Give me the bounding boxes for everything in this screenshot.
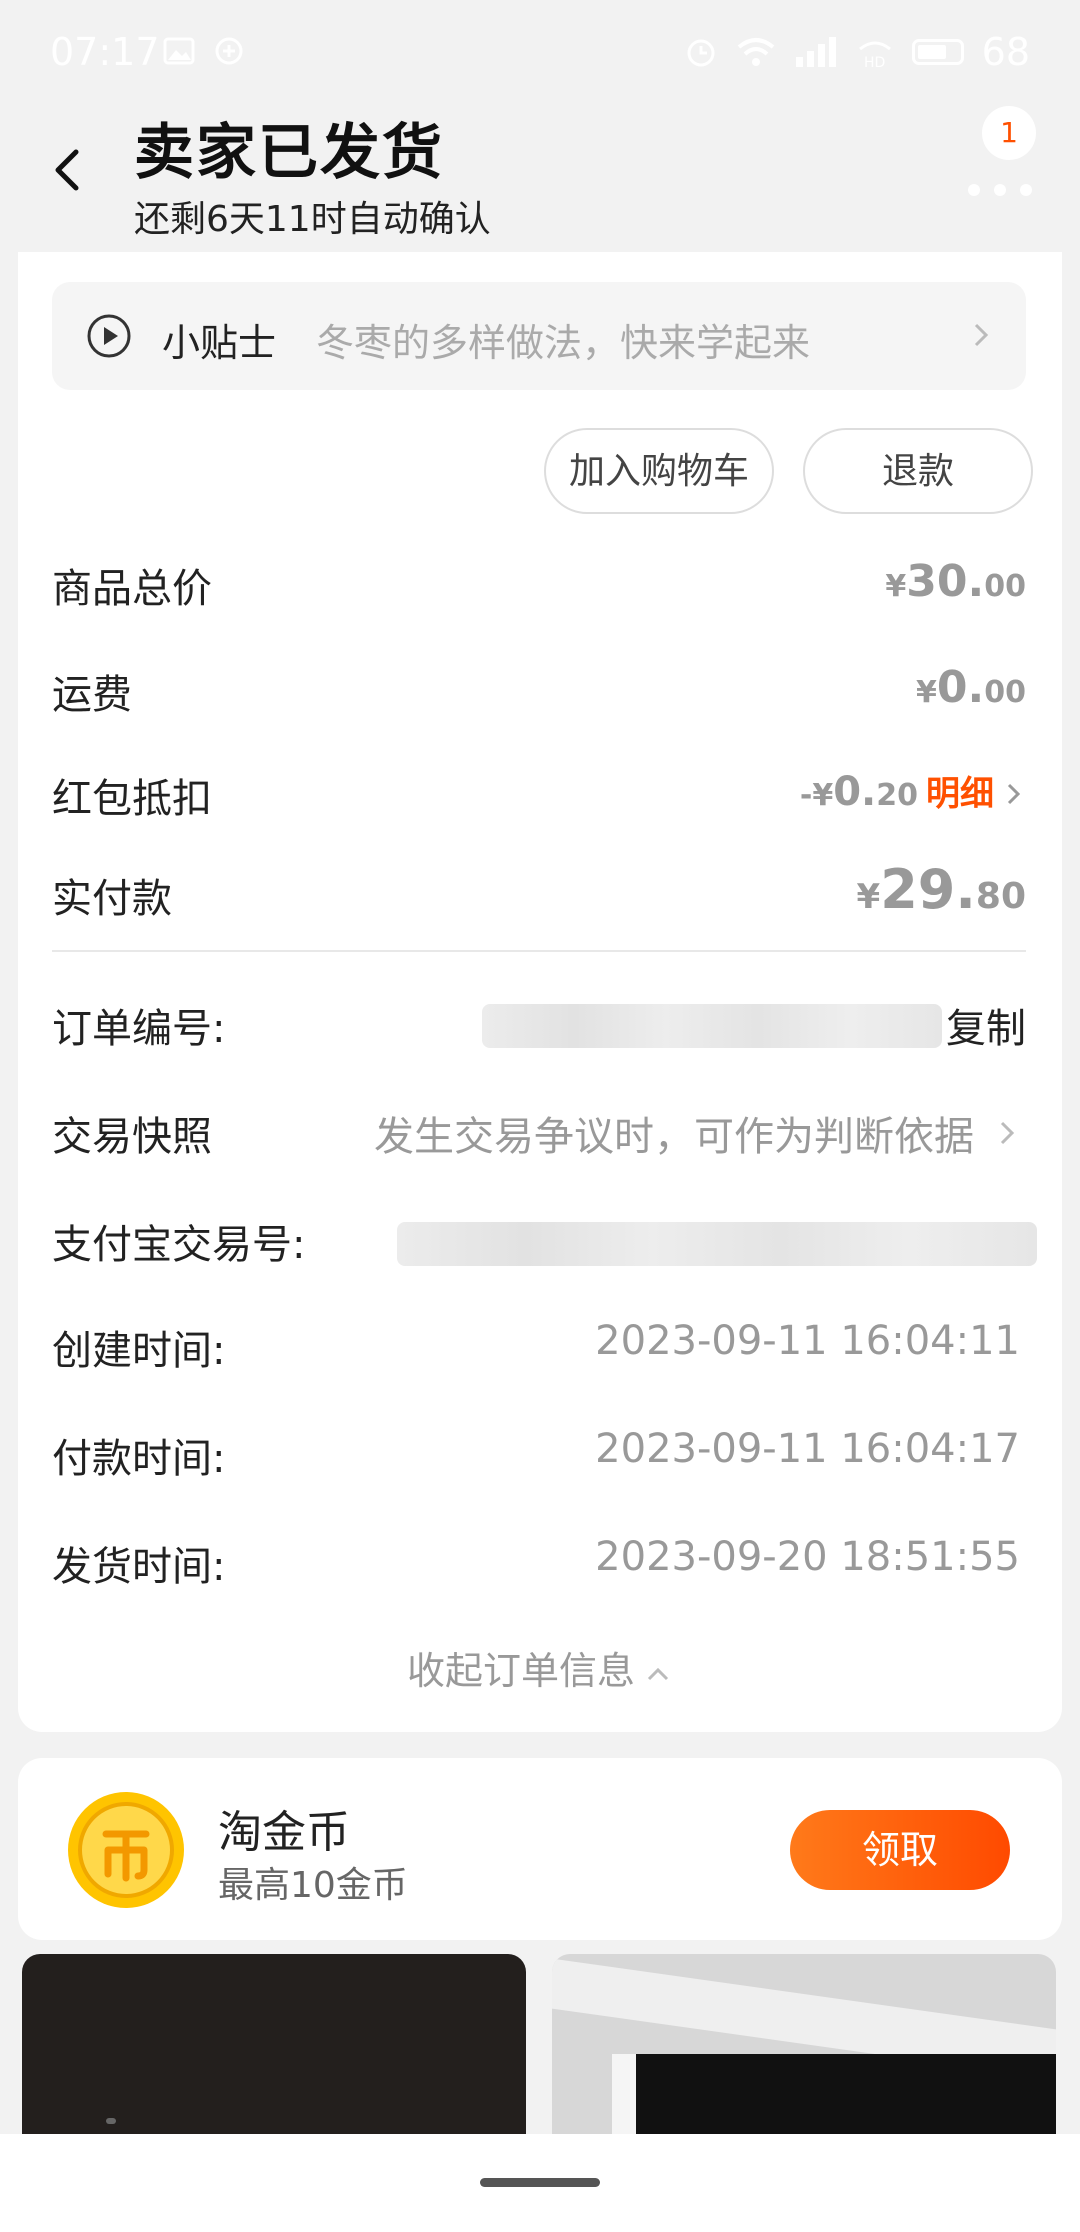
red-packet-row[interactable]: 红包抵扣 -¥0.20 明细 [52, 766, 1026, 826]
status-bar: 07:17 HD 68 [0, 0, 1080, 100]
copy-order-number-button[interactable]: 复制 [946, 996, 1026, 1054]
red-packet-value: -¥0.20 明细 [800, 766, 1026, 815]
trade-snapshot-text: 发生交易争议时，可作为判断依据 [374, 1114, 974, 1160]
collapse-label: 收起订单信息 [406, 1649, 635, 1693]
paid-amount-row: 实付款 ¥29.80 [52, 858, 1026, 926]
trade-snapshot-label: 交易快照 [52, 1114, 212, 1160]
shipping-label: 运费 [52, 672, 132, 718]
red-packet-label: 红包抵扣 [52, 776, 212, 822]
goods-total-value: ¥30.00 [885, 556, 1026, 607]
sync-icon [215, 37, 243, 65]
chevron-right-icon [1007, 783, 1021, 805]
trade-snapshot-row[interactable]: 交易快照 发生交易争议时，可作为判断依据 [52, 1104, 1026, 1164]
shipped-time-row: 发货时间: 2023-09-20 18:51:55 [52, 1534, 1026, 1594]
goods-total-label: 商品总价 [52, 566, 212, 612]
created-time-row: 创建时间: 2023-09-11 16:04:11 [52, 1318, 1026, 1378]
paid-amount-label: 实付款 [52, 876, 172, 922]
shipping-value: ¥0.00 [916, 662, 1026, 713]
page-title: 卖家已发货 [134, 118, 444, 188]
refund-button[interactable]: 退款 [803, 428, 1033, 514]
shipped-time-label: 发货时间: [52, 1544, 226, 1590]
collapse-order-info-button[interactable]: 收起订单信息 [0, 1640, 1080, 1695]
alipay-trade-row: 支付宝交易号: [52, 1212, 1037, 1272]
chevron-up-icon [647, 1667, 669, 1680]
play-icon [87, 314, 131, 358]
shipped-time-value: 2023-09-20 18:51:55 [595, 1534, 1020, 1580]
paid-amount-value: ¥29.80 [856, 858, 1026, 921]
order-number-row: 订单编号: 复制 [52, 996, 1026, 1056]
alipay-trade-label: 支付宝交易号: [52, 1222, 306, 1268]
chevron-right-icon [1000, 1121, 1015, 1145]
coin-title: 淘金币 [218, 1807, 350, 1858]
battery-icon [911, 39, 964, 65]
alipay-trade-redacted [397, 1222, 1037, 1266]
order-number-redacted [482, 1004, 942, 1048]
image-icon [163, 37, 195, 65]
goods-total-row: 商品总价 ¥30.00 [52, 556, 1026, 616]
auto-confirm-countdown: 还剩6天11时自动确认 [134, 199, 491, 240]
system-navigation-bar [0, 2134, 1080, 2232]
created-time-label: 创建时间: [52, 1328, 226, 1374]
chevron-right-icon [974, 323, 989, 347]
gold-coin-icon [68, 1792, 184, 1908]
divider [52, 950, 1026, 952]
alarm-icon [687, 39, 715, 67]
product-thumbnail[interactable] [22, 1954, 526, 2134]
hd-signal-icon: HD [858, 41, 891, 69]
tips-label: 小贴士 [162, 321, 277, 365]
ceiling-light [106, 2118, 116, 2124]
battery-level: 68 [981, 30, 1030, 74]
tips-text: 冬枣的多样做法，快来学起来 [316, 321, 811, 365]
shipping-row: 运费 ¥0.00 [52, 662, 1026, 722]
status-time: 07:17 [50, 30, 160, 74]
header: 卖家已发货 还剩6天11时自动确认 1 [0, 100, 1080, 250]
home-indicator[interactable] [480, 2178, 600, 2187]
paid-time-value: 2023-09-11 16:04:17 [595, 1426, 1020, 1472]
back-icon[interactable] [38, 140, 98, 200]
created-time-value: 2023-09-11 16:04:11 [595, 1318, 1020, 1364]
signal-icon [795, 37, 836, 67]
order-number-label: 订单编号: [52, 1006, 226, 1052]
paid-time-label: 付款时间: [52, 1436, 226, 1482]
claim-coin-button[interactable]: 领取 [790, 1810, 1010, 1890]
more-icon[interactable] [960, 170, 1040, 210]
coin-subtitle: 最高10金币 [218, 1865, 408, 1906]
paid-time-row: 付款时间: 2023-09-11 16:04:17 [52, 1426, 1026, 1486]
wifi-icon [737, 38, 774, 66]
svg-text:HD: HD [864, 55, 885, 69]
product-thumbnail[interactable] [552, 1954, 1056, 2134]
message-badge[interactable]: 1 [982, 106, 1036, 160]
red-packet-detail-link[interactable]: 明细 [926, 774, 994, 814]
tips-banner[interactable]: 小贴士 冬枣的多样做法，快来学起来 [52, 282, 1026, 390]
add-to-cart-button[interactable]: 加入购物车 [544, 428, 774, 514]
